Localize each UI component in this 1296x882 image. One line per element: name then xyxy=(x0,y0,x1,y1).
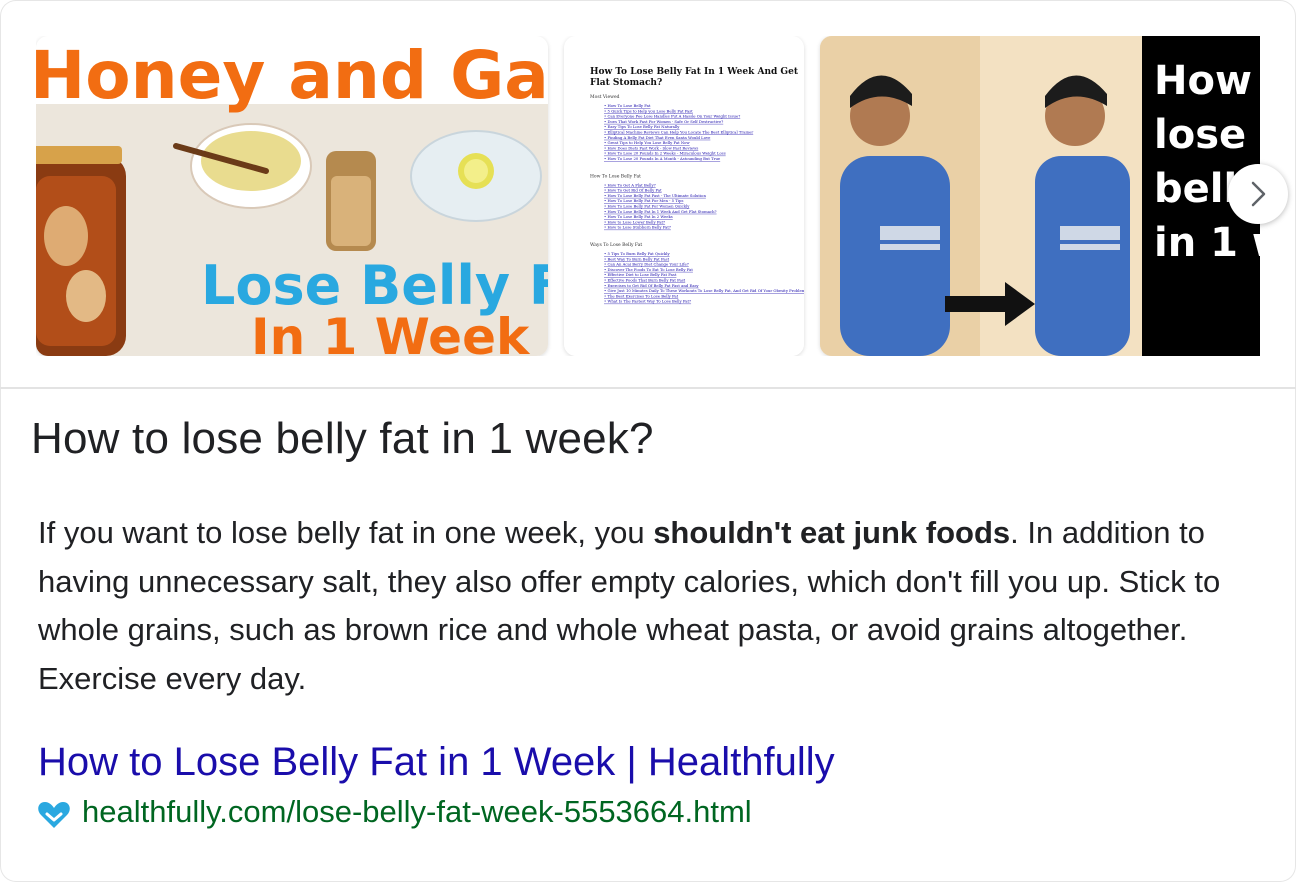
doc-link: • How To Get Rid Of Belly Fat xyxy=(604,188,662,193)
doc-link: • Can An Acai Berry Diet Change Your Lif… xyxy=(604,262,689,267)
answer-highlight: shouldn't eat junk foods xyxy=(653,515,1011,550)
doc-link: • Easy Tips To Lose Belly Fat Naturally xyxy=(604,124,680,129)
thumbnail-document[interactable]: How To Lose Belly Fat In 1 Week And Get … xyxy=(564,36,804,356)
doc-title-line1: How To Lose Belly Fat In 1 Week And Get xyxy=(590,67,799,77)
thumb-line2: In 1 Week xyxy=(251,308,531,356)
before-after-image: How t lose belly in 1 w xyxy=(820,36,1260,356)
doc-link: • Elliptical Machine Reviews Can Help Yo… xyxy=(604,130,753,135)
thumb-headline: Honey and Garlic xyxy=(36,37,548,114)
overlay-line1: How t xyxy=(1154,58,1260,104)
doc-title-line2: Flat Stomach? xyxy=(590,78,662,88)
doc-section-heading: Most Viewed xyxy=(590,94,620,100)
doc-link: • Exercises to Get Rid Of Belly Fat Fast… xyxy=(604,283,699,288)
carousel-next-button[interactable] xyxy=(1228,164,1288,224)
doc-link: • How To Lose Belly Fat In 1 Week And Ge… xyxy=(604,209,717,214)
featured-snippet-card: Honey and Garlic Lose Belly Fat In 1 Wee… xyxy=(0,0,1296,882)
doc-link: • How To Lose 20 Pounds In A Month - Ast… xyxy=(604,156,721,161)
doc-link: • How To Lose Belly Fat Fast - The Ultim… xyxy=(604,193,706,198)
snippet-answer: If you want to lose belly fat in one wee… xyxy=(38,509,1278,703)
doc-link: • Does That Work Fast For Women - Safe O… xyxy=(604,119,723,124)
doc-link: • Effective Foods That Burn Belly Fat Fa… xyxy=(604,278,686,283)
overlay-line2: lose xyxy=(1154,112,1246,158)
doc-link: • How Does Diets Fast Work - Slow Fast R… xyxy=(604,145,698,150)
doc-link: • Give Just 10 Minutes Daily To These Wo… xyxy=(604,288,804,293)
doc-section-heading: How To Lose Belly Fat xyxy=(590,173,641,179)
doc-link: • How to Lose Lower Belly Fat? xyxy=(604,219,665,224)
heart-icon xyxy=(38,802,70,828)
result-url[interactable]: healthfully.com/lose-belly-fat-week-5553… xyxy=(82,794,752,830)
doc-link: • How To Lose Belly Fat For Women Quickl… xyxy=(604,204,690,209)
chevron-right-icon xyxy=(1251,181,1266,207)
doc-link: • Discover The Foods To Eat To Lose Bell… xyxy=(604,267,693,272)
document-image: How To Lose Belly Fat In 1 Week And Get … xyxy=(564,36,804,356)
doc-link: • The Best Exercises To Lose Belly Fat xyxy=(604,293,679,298)
doc-link: • What Is The Fastest Way To Lose Belly … xyxy=(604,299,691,304)
doc-link: • Effective Diet to Lose Belly Fat Fast xyxy=(604,272,677,277)
doc-link: • How To Lose 20 Pounds In 2 Weeks - Mir… xyxy=(604,151,726,156)
snippet-question: How to lose belly fat in 1 week? xyxy=(31,414,654,463)
divider xyxy=(0,387,1296,389)
doc-link: • Best Way To Burn Belly Fat Fast xyxy=(604,256,670,261)
doc-link: • How To Lose Belly Fat In 2 Weeks xyxy=(604,214,673,219)
thumbnail-before-after[interactable]: How t lose belly in 1 w xyxy=(820,36,1260,356)
doc-section-heading: Ways To Lose Belly Fat xyxy=(590,242,642,248)
doc-link: • How To Get A Flat Belly? xyxy=(604,182,656,187)
doc-link: • How to Lose Stubborn Belly Fat? xyxy=(604,225,671,230)
result-title-link[interactable]: How to Lose Belly Fat in 1 Week | Health… xyxy=(38,740,835,785)
doc-link: • 5 Tips To Burn Belly Fat Quickly xyxy=(604,251,670,256)
doc-link: • How To Lose Belly Fat For Men - 5 Tips xyxy=(604,198,683,203)
doc-link: • Finding A Belly Fat Diet That Even San… xyxy=(604,135,711,140)
doc-link: • Great Tips to Help You Lose Belly Fat … xyxy=(604,140,690,145)
overlay-line4: in 1 w xyxy=(1154,220,1260,266)
answer-text-before: If you want to lose belly fat in one wee… xyxy=(38,515,654,550)
doc-link: • Can Everyone Pee Lose Handles Put A Ha… xyxy=(604,114,740,119)
doc-link: • 5 Quick Tips to Help you Lose Belly Fa… xyxy=(604,108,693,113)
image-carousel: Honey and Garlic Lose Belly Fat In 1 Wee… xyxy=(36,36,1260,356)
honey-garlic-image: Honey and Garlic Lose Belly Fat In 1 Wee… xyxy=(36,36,548,356)
thumbnail-honey-garlic[interactable]: Honey and Garlic Lose Belly Fat In 1 Wee… xyxy=(36,36,548,356)
doc-link: • How To Lose Belly Fat xyxy=(604,103,651,108)
